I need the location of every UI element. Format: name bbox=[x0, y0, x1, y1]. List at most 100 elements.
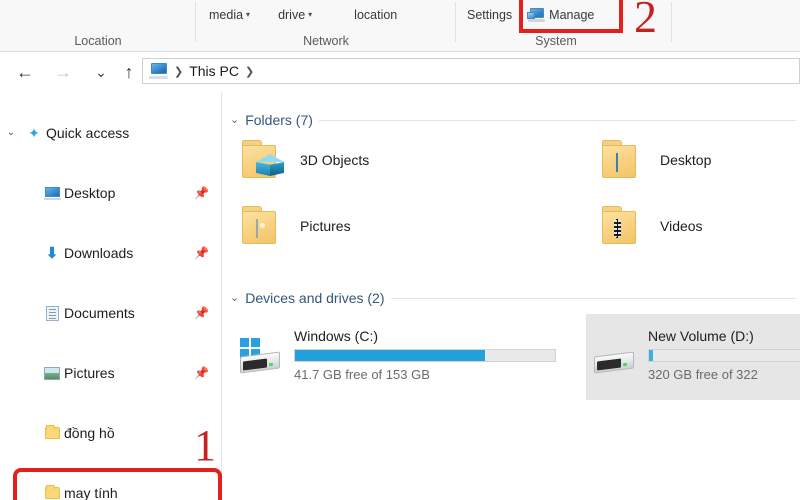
ribbon-group-location-label: Location bbox=[74, 34, 122, 48]
chevron-placeholder: ▸ bbox=[0, 428, 22, 438]
documents-icon bbox=[40, 305, 64, 321]
windows-drive-icon bbox=[236, 338, 286, 378]
content-item-label: Videos bbox=[660, 218, 703, 234]
content-item-label: Pictures bbox=[300, 218, 351, 234]
ribbon-manage-button-label: Manage bbox=[549, 8, 595, 22]
ribbon-divider bbox=[671, 2, 672, 42]
ribbon-button-drive[interactable]: drive ▾ bbox=[275, 6, 315, 24]
this-pc-icon bbox=[149, 63, 168, 79]
content-item-new-volume-d[interactable]: New Volume (D:) 320 GB free of 322 bbox=[586, 314, 800, 400]
capacity-bar bbox=[648, 349, 800, 362]
ribbon-group-location-items bbox=[0, 0, 196, 30]
folder-desktop-icon bbox=[600, 138, 648, 180]
drive-icon bbox=[590, 338, 640, 378]
ribbon-button-settings[interactable]: Settings bbox=[464, 6, 515, 24]
chevron-down-icon: ▾ bbox=[246, 10, 251, 19]
ribbon-manage-button[interactable]: Manage bbox=[525, 6, 597, 24]
chevron-placeholder: ▸ bbox=[0, 308, 22, 318]
capacity-bar bbox=[294, 349, 556, 362]
sidebar-item-label: Downloads bbox=[64, 245, 134, 261]
ribbon-group-system-items: Settings Manage bbox=[456, 0, 716, 30]
folder-icon bbox=[40, 485, 64, 499]
navigation-pane: ⌄ ✦ Quick access ▸ Desktop 📌 ▸ ⬇ Downloa… bbox=[0, 92, 222, 500]
ribbon-group-network: media ▾ drive ▾ location Network bbox=[196, 0, 456, 52]
chevron-placeholder: ▸ bbox=[0, 368, 22, 378]
sidebar-item-label: Desktop bbox=[64, 185, 116, 201]
group-header-devices[interactable]: ⌄ Devices and drives (2) bbox=[230, 290, 796, 306]
ribbon: Location media ▾ drive ▾ location Networ… bbox=[0, 0, 800, 52]
ribbon-group-system: Settings Manage System bbox=[456, 0, 716, 52]
chevron-down-icon: ▾ bbox=[308, 10, 313, 19]
capacity-text: 320 GB free of 322 bbox=[648, 367, 758, 382]
group-header-rule bbox=[318, 119, 796, 121]
chevron-placeholder: ▸ bbox=[0, 188, 22, 198]
chevron-placeholder: ▸ bbox=[0, 248, 22, 258]
content-item-3d-objects[interactable]: 3D Objects bbox=[240, 138, 500, 200]
ribbon-group-network-items: media ▾ drive ▾ location bbox=[196, 0, 456, 30]
sidebar-item-label: Quick access bbox=[46, 125, 130, 141]
pin-icon[interactable]: 📌 bbox=[194, 366, 209, 380]
ribbon-group-location: Location bbox=[0, 0, 196, 52]
desktop-icon bbox=[40, 186, 64, 200]
sidebar-item-desktop[interactable]: ▸ Desktop 📌 bbox=[0, 178, 221, 208]
breadcrumb-this-pc[interactable]: This PC bbox=[189, 63, 239, 79]
manage-computer-icon bbox=[527, 8, 546, 22]
chevron-down-icon[interactable]: ⌄ bbox=[230, 114, 239, 126]
ribbon-group-network-label: Network bbox=[303, 34, 349, 48]
back-button[interactable]: ← bbox=[12, 60, 38, 84]
pin-icon[interactable]: 📌 bbox=[194, 306, 209, 320]
group-header-devices-title: Devices and drives (2) bbox=[245, 290, 385, 306]
pin-icon[interactable]: 📌 bbox=[194, 246, 209, 260]
breadcrumb-separator: ❯ bbox=[174, 65, 184, 78]
sidebar-item-may-tinh[interactable]: ▸ may tính bbox=[0, 478, 221, 500]
folder-icon bbox=[40, 425, 64, 439]
forward-button[interactable]: → bbox=[50, 60, 76, 84]
group-header-folders[interactable]: ⌄ Folders (7) bbox=[230, 112, 796, 128]
folder-pictures-icon bbox=[240, 204, 288, 246]
drive-info-c: Windows (C:) 41.7 GB free of 153 GB bbox=[294, 328, 556, 382]
content-item-pictures[interactable]: Pictures bbox=[240, 204, 500, 266]
star-icon: ✦ bbox=[28, 124, 40, 141]
pin-icon[interactable]: 📌 bbox=[194, 186, 209, 200]
sidebar-item-documents[interactable]: ▸ Documents 📌 bbox=[0, 298, 221, 328]
chevron-down-icon[interactable]: ⌄ bbox=[230, 292, 239, 304]
file-explorer-window: Location media ▾ drive ▾ location Networ… bbox=[0, 0, 800, 500]
sidebar-item-downloads[interactable]: ▸ ⬇ Downloads 📌 bbox=[0, 238, 221, 268]
sidebar-item-label: Pictures bbox=[64, 365, 115, 381]
content-item-videos[interactable]: Videos bbox=[600, 204, 800, 266]
capacity-text: 41.7 GB free of 153 GB bbox=[294, 367, 430, 382]
sidebar-item-dong-ho[interactable]: ▸ đồng hồ bbox=[0, 418, 221, 448]
group-header-rule bbox=[390, 297, 796, 299]
content-item-label: New Volume (D:) bbox=[648, 328, 754, 344]
group-header-folders-title: Folders (7) bbox=[245, 112, 313, 128]
ribbon-button-location-label: location bbox=[354, 8, 398, 22]
up-button[interactable]: ↑ bbox=[116, 60, 142, 84]
sidebar-item-quick-access[interactable]: ⌄ ✦ Quick access bbox=[0, 118, 221, 148]
recent-locations-button[interactable]: ⌄ bbox=[88, 60, 114, 84]
chevron-placeholder: ▸ bbox=[0, 488, 22, 498]
sidebar-item-label: Documents bbox=[64, 305, 135, 321]
content-item-desktop[interactable]: Desktop bbox=[600, 138, 800, 200]
ribbon-group-system-label: System bbox=[535, 34, 577, 48]
ribbon-button-media-label: media bbox=[209, 8, 244, 22]
folder-3d-objects-icon bbox=[240, 138, 288, 180]
sidebar-item-label: đồng hồ bbox=[64, 425, 115, 441]
breadcrumb-separator[interactable]: ❯ bbox=[245, 65, 254, 78]
ribbon-button-drive-label: drive bbox=[278, 8, 306, 22]
ribbon-button-media[interactable]: media ▾ bbox=[206, 6, 253, 24]
content-pane: ⌄ Folders (7) 3D Objects Desktop Picture… bbox=[222, 92, 800, 500]
pictures-icon bbox=[40, 366, 64, 380]
sidebar-item-pictures[interactable]: ▸ Pictures 📌 bbox=[0, 358, 221, 388]
content-item-label: 3D Objects bbox=[300, 152, 370, 168]
drive-info-d: New Volume (D:) 320 GB free of 322 bbox=[648, 328, 800, 382]
download-icon: ⬇ bbox=[45, 244, 59, 262]
ribbon-button-settings-label: Settings bbox=[467, 8, 513, 22]
address-bar[interactable]: ❯ This PC ❯ bbox=[142, 58, 800, 84]
ribbon-button-location[interactable]: location bbox=[351, 6, 400, 24]
content-item-label: Windows (C:) bbox=[294, 328, 379, 344]
content-item-label: Desktop bbox=[660, 152, 712, 168]
content-item-windows-c[interactable]: Windows (C:) 41.7 GB free of 153 GB bbox=[236, 318, 586, 396]
sidebar-item-label: may tính bbox=[64, 485, 118, 500]
chevron-down-icon[interactable]: ⌄ bbox=[0, 128, 22, 138]
folder-videos-icon bbox=[600, 204, 648, 246]
